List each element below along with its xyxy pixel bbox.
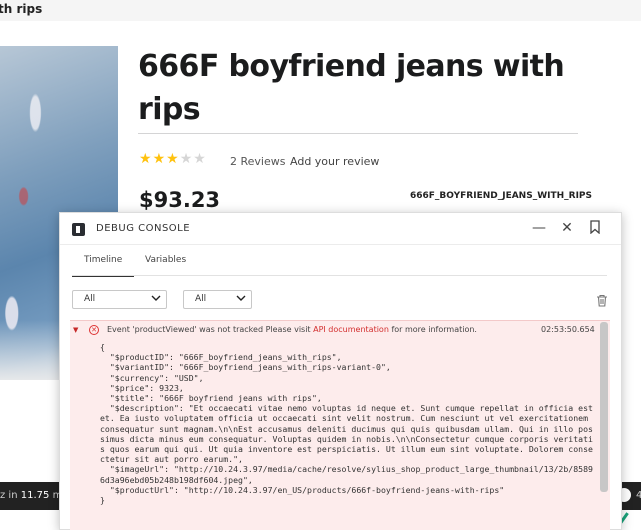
add-review-link[interactable]: Add your review [290,155,379,168]
chevron-down-icon [150,292,162,307]
product-sku: 666F_BOYFRIEND_JEANS_WITH_RIPS [410,191,592,201]
filter-select-level[interactable]: All [183,290,252,309]
log-message: Event 'productViewed' was not tracked Pl… [107,325,477,334]
debug-console: DEBUG CONSOLE — ✕ Timeline Variables All… [59,212,622,530]
tabs-divider [72,275,607,276]
star-icon: ★ [179,151,194,167]
filter-select-type-value: All [84,294,96,304]
tab-timeline[interactable]: Timeline [72,253,135,277]
api-documentation-link[interactable]: API documentation [313,325,389,334]
log-message-tail: for more information. [388,325,477,334]
tab-variables[interactable]: Variables [133,253,198,277]
toolbar-count: 4 [636,490,641,501]
title-divider [138,133,578,134]
filter-select-type[interactable]: All [72,290,167,309]
product-price: $93.23 [139,188,221,212]
error-icon: ✕ [89,325,99,335]
render-time-value: 11.75 [20,490,50,501]
render-time-prefix: z in [0,490,18,501]
breadcrumb-current: th rips [0,2,43,16]
chevron-down-icon [235,292,247,307]
console-logo-icon [72,223,85,236]
breadcrumb: th rips [0,0,641,21]
bookmark-icon[interactable] [587,220,603,236]
expand-caret-icon[interactable]: ▼ [73,326,78,334]
log-timestamp: 02:53:50.654 [541,325,595,334]
log-message-text: Event 'productViewed' was not tracked Pl… [107,325,314,334]
star-icon: ★ [193,151,207,167]
filter-select-level-value: All [195,294,207,304]
render-time[interactable]: z in 11.75 ms [0,490,68,501]
close-icon[interactable]: ✕ [559,220,575,236]
log-json-payload: { "$productID": "666F_boyfriend_jeans_wi… [100,342,593,506]
console-header: DEBUG CONSOLE — ✕ [60,213,621,245]
log-scrollbar[interactable] [600,322,608,492]
product-title: 666F boyfriend jeans with rips [138,49,565,127]
minimize-icon[interactable]: — [531,220,547,236]
rating-stars: ★★★★★ [139,151,207,167]
star-icon: ★ [166,151,180,167]
reviews-link[interactable]: 2 Reviews [230,155,285,168]
trash-icon[interactable] [596,292,608,307]
console-title: DEBUG CONSOLE [96,223,191,234]
star-icon: ★ [152,151,167,167]
star-icon: ★ [139,151,153,167]
log-entry[interactable]: ▼ ✕ Event 'productViewed' was not tracke… [70,320,610,530]
